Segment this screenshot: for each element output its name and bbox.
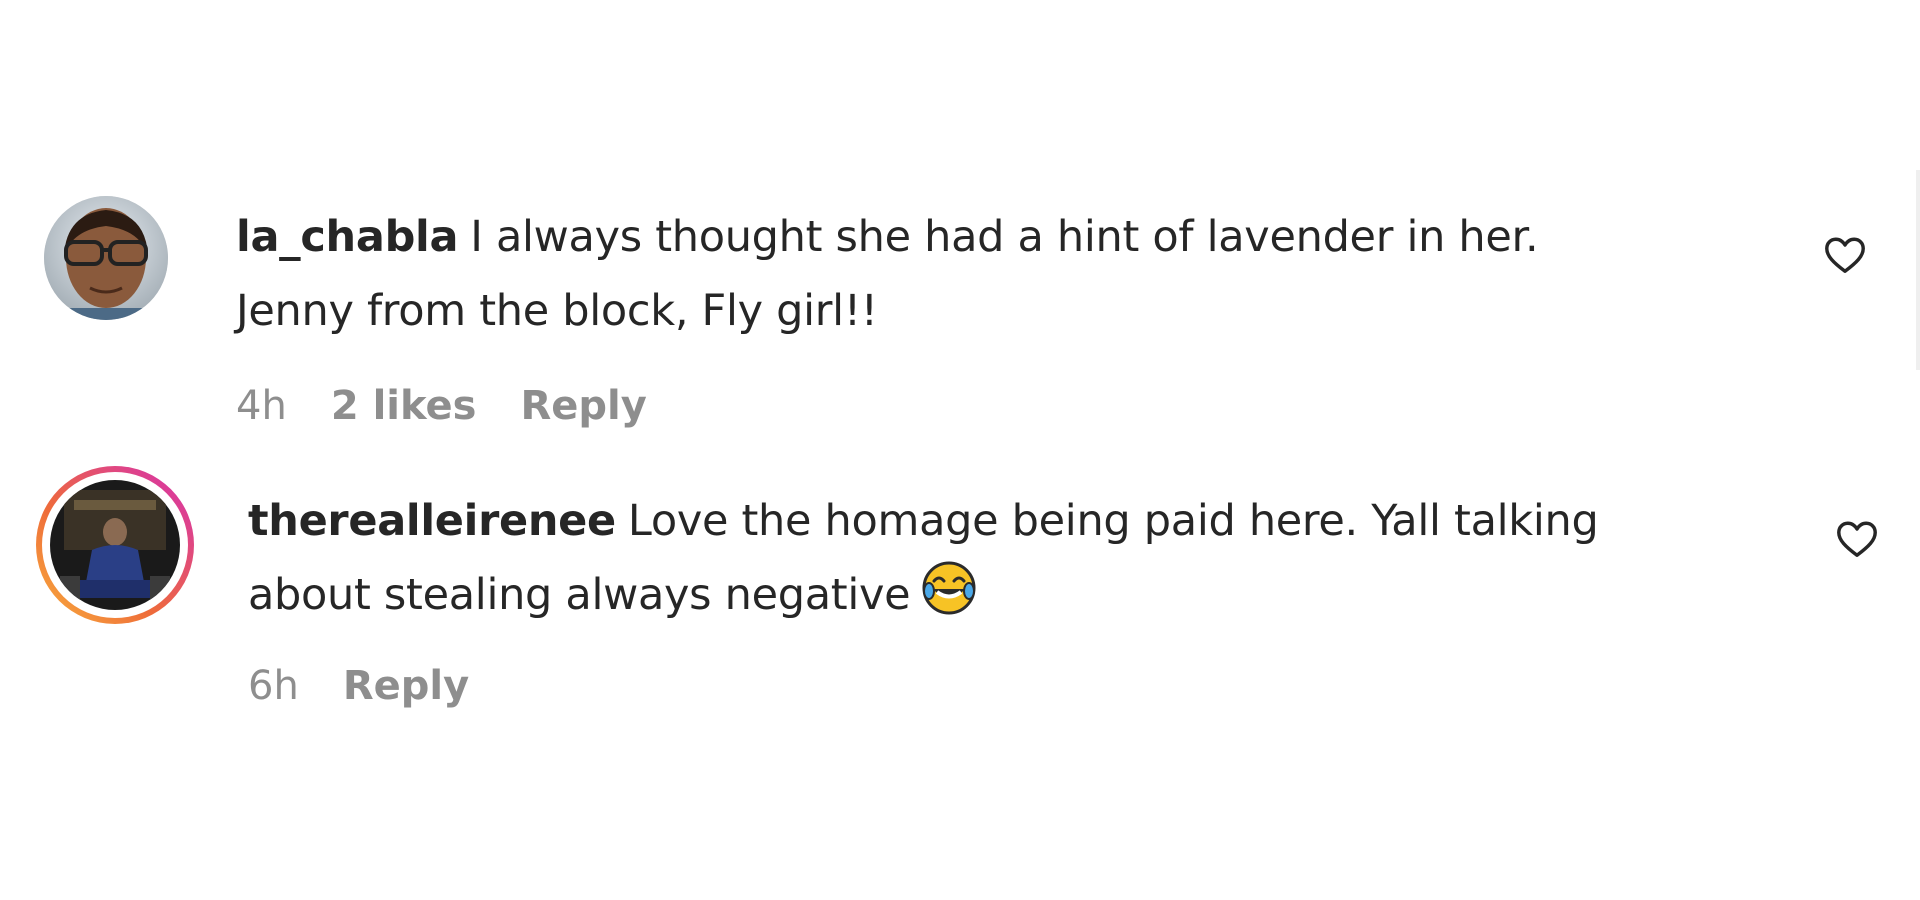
scrollbar-track[interactable] [1916, 170, 1920, 370]
heart-outline-icon[interactable] [1822, 232, 1868, 278]
comments-panel: la_chabla I always thought she had a hint… [0, 0, 1920, 900]
comment-line: Jenny from the block, Fly girl!! [236, 274, 1538, 348]
avatar-photo [50, 480, 180, 610]
comment-timestamp: 6h [248, 663, 299, 709]
comment-text: I always thought she had a hint of laven… [470, 212, 1539, 262]
comment-line: therealleirenee Love the homage being pai… [248, 484, 1599, 558]
comment-timestamp: 4h [236, 383, 287, 429]
comment-line: la_chabla I always thought she had a hint… [236, 200, 1539, 274]
comment-text: Jenny from the block, Fly girl!! [236, 286, 878, 336]
comment-meta: 6h Reply [248, 662, 513, 710]
avatar-photo [44, 196, 168, 320]
comment-body: la_chabla I always thought she had a hint… [236, 200, 1539, 348]
face-with-tears-of-joy-icon [922, 561, 976, 638]
comment-line: about stealing always negative [248, 558, 1598, 638]
comment-meta: 4h 2 likes Reply [236, 382, 691, 430]
comment-username[interactable]: therealleirenee [248, 496, 616, 546]
comment-text: Love the homage being paid here. Yall ta… [627, 496, 1599, 546]
heart-outline-icon[interactable] [1834, 516, 1880, 562]
avatar[interactable] [44, 196, 168, 320]
avatar-story-ring[interactable] [36, 466, 194, 624]
likes-count[interactable]: 2 likes [331, 383, 477, 429]
comment-text: about stealing always negative [248, 570, 911, 620]
reply-button[interactable]: Reply [343, 663, 469, 709]
comment-username[interactable]: la_chabla [236, 212, 459, 262]
reply-button[interactable]: Reply [520, 383, 646, 429]
comment-body: therealleirenee Love the homage being pai… [248, 484, 1599, 638]
